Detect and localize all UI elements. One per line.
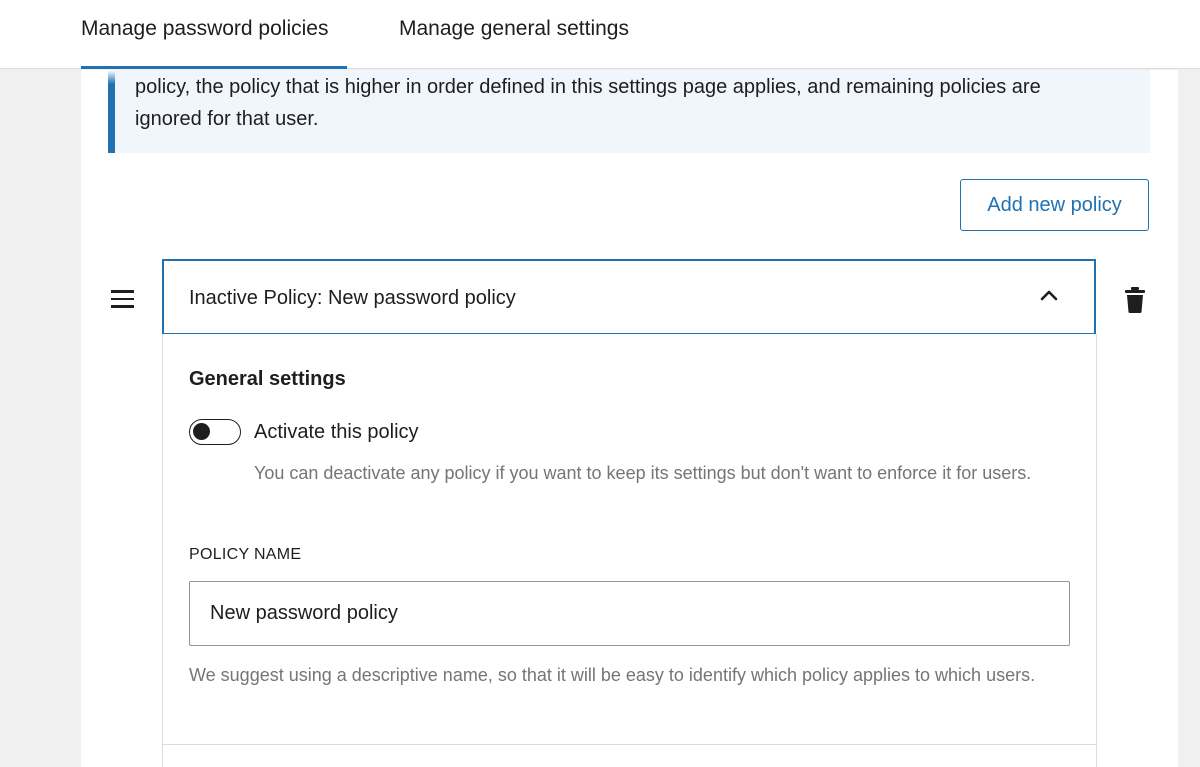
drag-handle-icon[interactable] xyxy=(111,290,135,310)
general-settings-heading: General settings xyxy=(189,368,346,390)
tab-manage-password-policies[interactable]: Manage password policies xyxy=(81,0,347,69)
section-divider xyxy=(163,744,1096,745)
policy-accordion-body xyxy=(162,334,1097,767)
policy-accordion-header[interactable]: Inactive Policy: New password policy xyxy=(162,259,1096,335)
trash-icon[interactable] xyxy=(1124,286,1146,314)
policy-name-help: We suggest using a descriptive name, so … xyxy=(189,665,1036,685)
notice-text: policy, the policy that is higher in ord… xyxy=(135,76,1041,130)
tab-manage-general-settings[interactable]: Manage general settings xyxy=(399,0,629,68)
activate-policy-label[interactable]: Activate this policy xyxy=(254,419,419,445)
chevron-up-icon[interactable] xyxy=(1038,287,1060,303)
activate-policy-help: You can deactivate any policy if you wan… xyxy=(254,463,1032,483)
info-notice: policy, the policy that is higher in ord… xyxy=(108,70,1150,153)
settings-tabs: Manage password policies Manage general … xyxy=(0,0,1200,69)
policy-title: Inactive Policy: New password policy xyxy=(189,287,516,309)
toggle-knob xyxy=(193,423,210,440)
activate-policy-toggle[interactable] xyxy=(189,419,241,445)
policy-name-input[interactable] xyxy=(189,581,1070,646)
notice-fade xyxy=(108,70,115,84)
policy-name-label: POLICY NAME xyxy=(189,546,302,563)
add-new-policy-button[interactable]: Add new policy xyxy=(960,179,1149,231)
